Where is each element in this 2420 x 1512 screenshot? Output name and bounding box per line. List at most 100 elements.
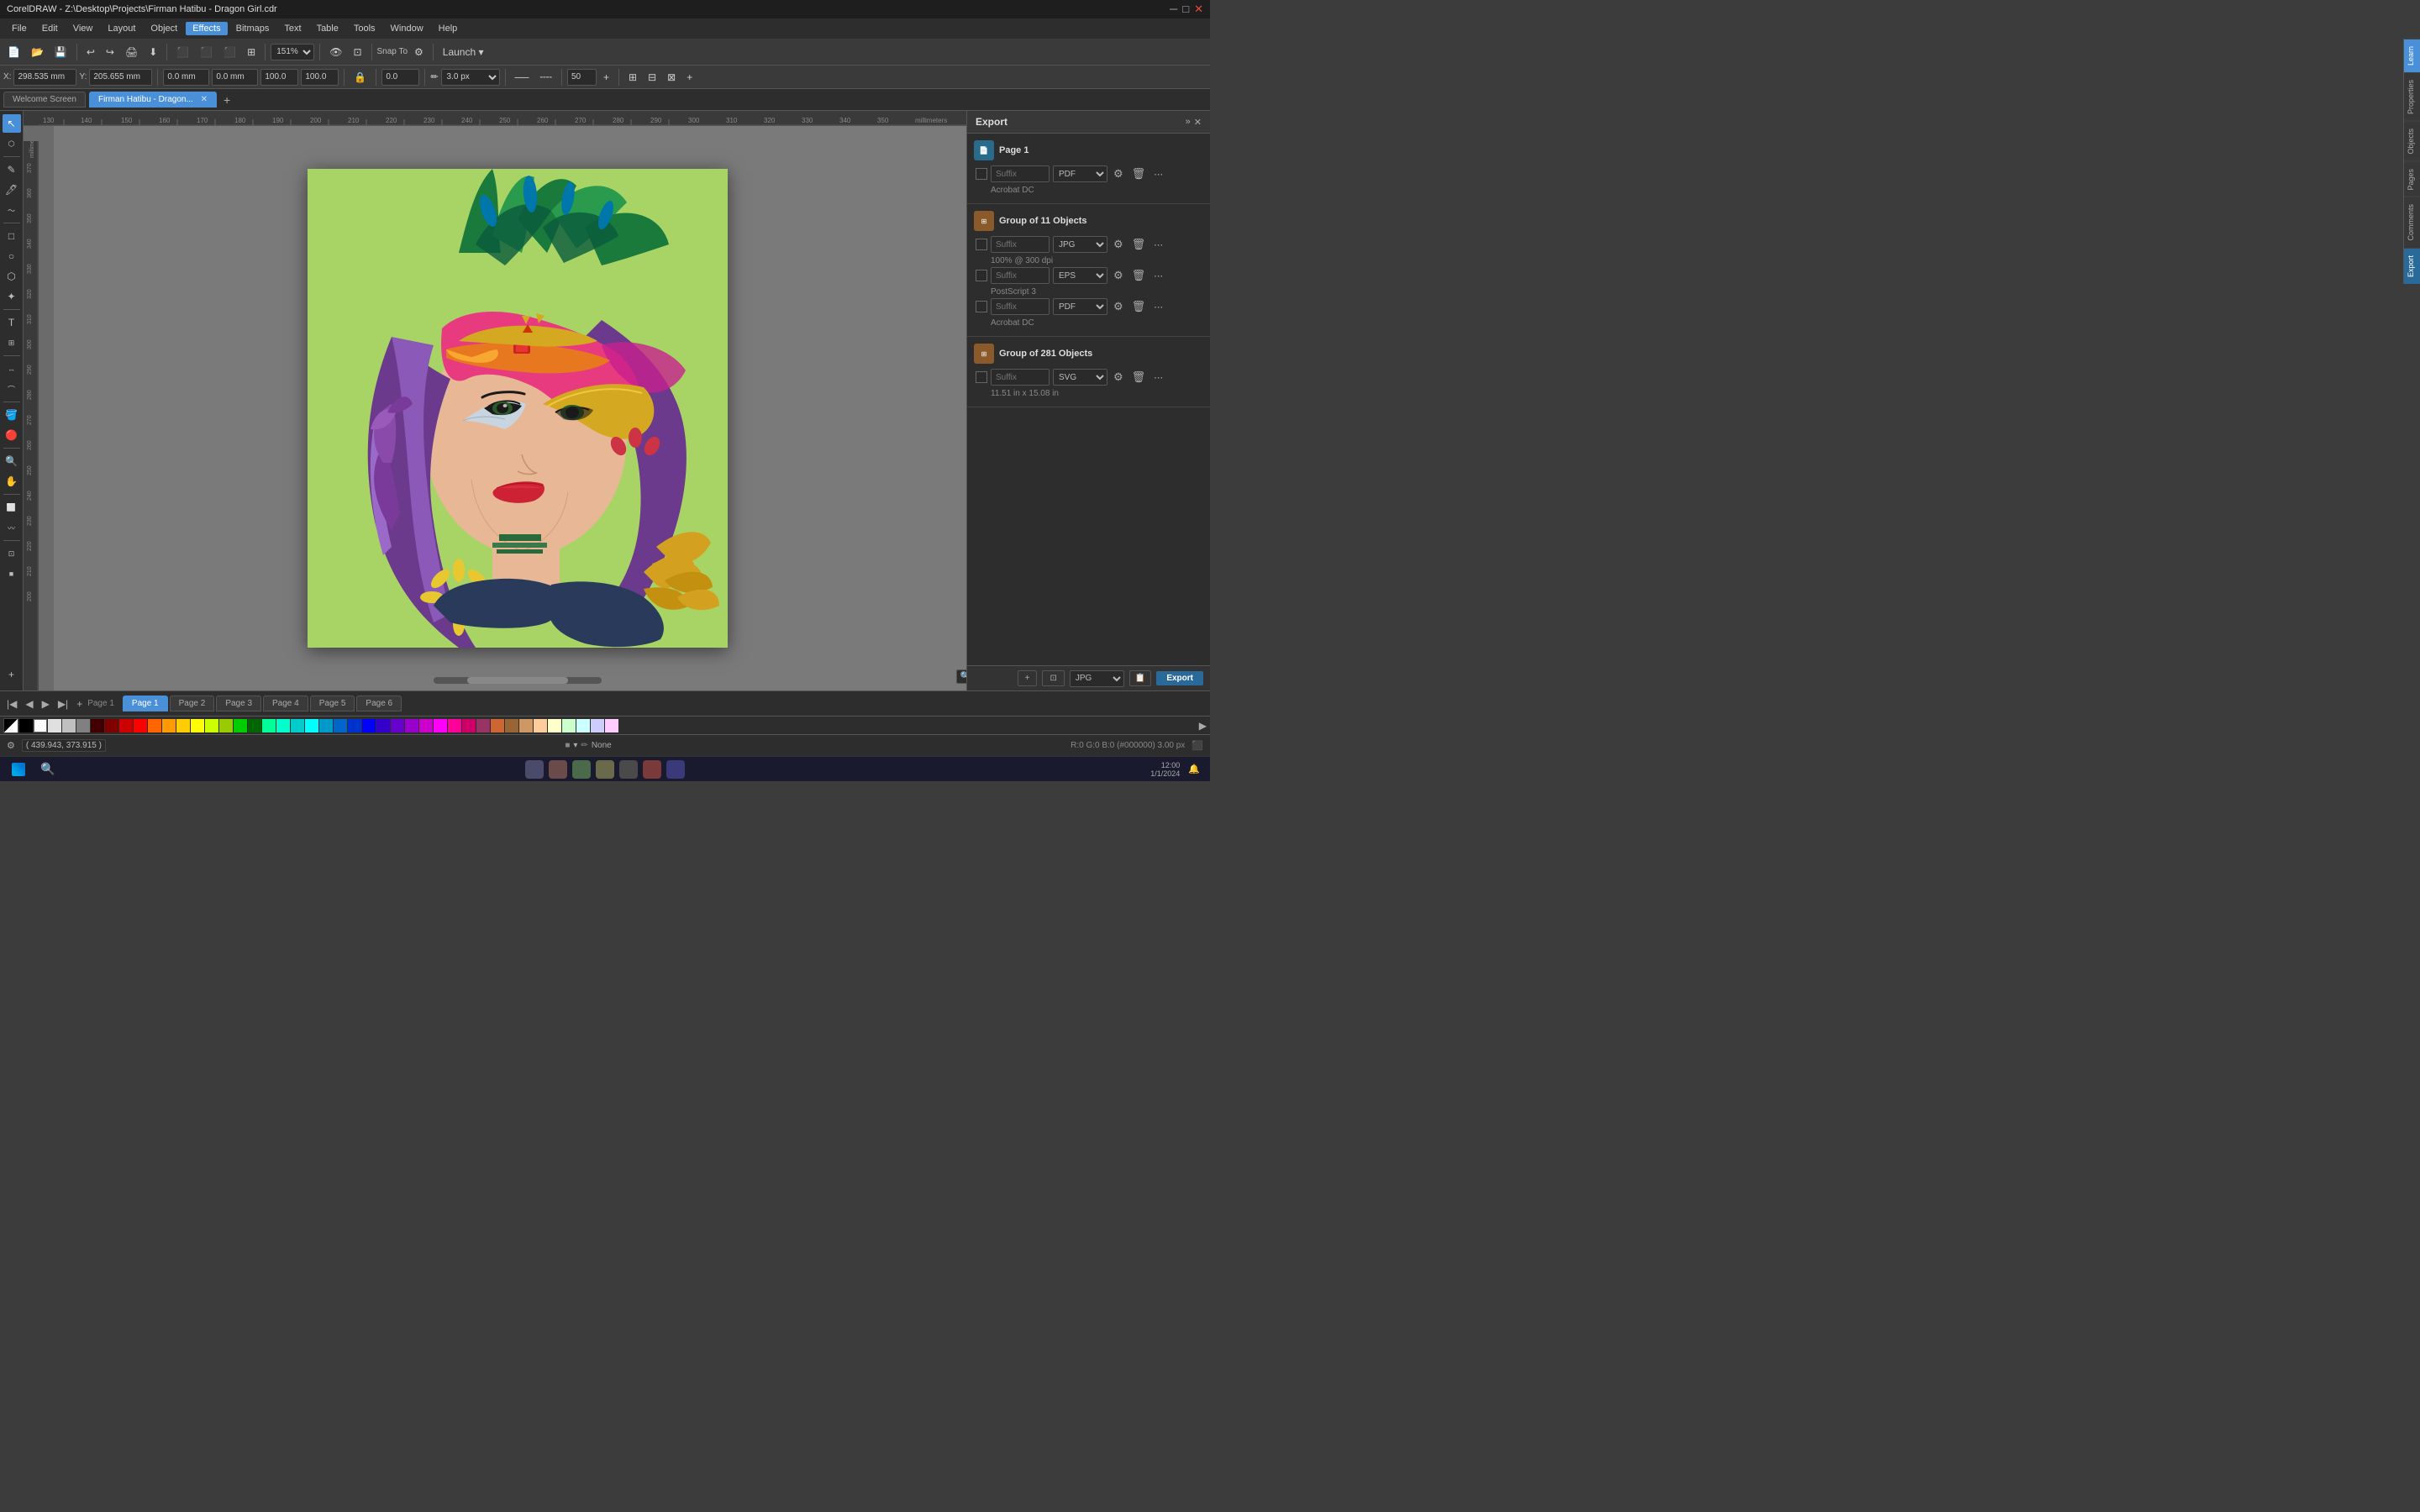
taskbar-app-7[interactable] (666, 760, 685, 779)
color-swatch-peach[interactable] (534, 719, 547, 732)
rectangle-tool[interactable]: □ (3, 227, 21, 245)
dimension-tool[interactable]: ↔ (3, 360, 21, 378)
new-tab-button[interactable]: + (220, 93, 234, 107)
menu-window[interactable]: Window (384, 22, 430, 35)
color-swatch-brown[interactable] (505, 719, 518, 732)
side-tab-export[interactable]: Export (2404, 248, 2420, 284)
side-tab-properties[interactable]: Properties (2404, 72, 2420, 121)
align-left-button[interactable]: ⬛ (172, 45, 193, 60)
menu-bitmaps[interactable]: Bitmaps (229, 22, 276, 35)
bezier-tool[interactable]: 〜 (3, 201, 21, 219)
menu-text[interactable]: Text (277, 22, 308, 35)
redo-button[interactable]: ↪ (102, 45, 118, 60)
taskbar-app-2[interactable] (549, 760, 567, 779)
scroll-indicator-h[interactable] (434, 677, 602, 684)
scale-stroke-button[interactable]: + (682, 70, 697, 85)
maximize-button[interactable]: □ (1182, 3, 1189, 16)
roughen-tool[interactable]: 〰 (3, 518, 21, 537)
menu-object[interactable]: Object (144, 22, 184, 35)
color-swatch-teal[interactable] (276, 719, 290, 732)
transform-tool[interactable]: ⊡ (3, 544, 21, 563)
text-tool[interactable]: T (3, 313, 21, 332)
color-swatch-gold[interactable] (176, 719, 190, 732)
side-tab-learn[interactable]: Learn (2404, 39, 2420, 72)
color-swatch-lavender[interactable] (591, 719, 604, 732)
no-fill-swatch[interactable] (3, 718, 18, 733)
page-first-button[interactable]: |◀ (3, 696, 20, 711)
ellipse-tool[interactable]: ○ (3, 247, 21, 265)
color-swatch-lightcyan[interactable] (576, 719, 590, 732)
color-swatch-magenta2[interactable] (419, 719, 433, 732)
search-taskbar-button[interactable]: 🔍 (35, 760, 60, 778)
cap-type-button[interactable]: ⊟ (644, 70, 660, 85)
corner-type-button[interactable]: ⊞ (624, 70, 641, 85)
color-swatch-violet[interactable] (391, 719, 404, 732)
miter-increase-button[interactable]: + (599, 70, 613, 85)
color-swatch-blue[interactable] (362, 719, 376, 732)
page1-suffix-input-1[interactable] (991, 165, 1050, 182)
palette-scroll-right[interactable]: ▶ (1199, 720, 1207, 732)
menu-layout[interactable]: Layout (101, 22, 142, 35)
close-button[interactable]: ✕ (1194, 3, 1203, 16)
freehand-tool[interactable]: ✎ (3, 160, 21, 179)
import-button[interactable]: ⬇ (145, 45, 161, 60)
menu-tools[interactable]: Tools (347, 22, 382, 35)
group11-suffix-input-2[interactable] (991, 267, 1050, 284)
group281-settings-btn-1[interactable]: ⚙ (1111, 370, 1126, 385)
launch-button[interactable]: Launch ▾ (439, 45, 488, 60)
page-prev-button[interactable]: ◀ (22, 696, 36, 711)
group11-more-btn-1[interactable]: ⋯ (1151, 239, 1165, 251)
page-next-button[interactable]: ▶ (39, 696, 53, 711)
color-swatch-hotpink[interactable] (448, 719, 461, 732)
tab-document[interactable]: Firman Hatibu - Dragon... ✕ (89, 92, 217, 108)
group281-more-btn-1[interactable]: ⋯ (1151, 371, 1165, 384)
color-swatch-maroon[interactable] (105, 719, 118, 732)
group11-suffix-input-1[interactable] (991, 236, 1050, 253)
eraser-tool[interactable]: ⬜ (3, 498, 21, 517)
x-input[interactable] (13, 69, 76, 86)
stroke-size-select[interactable]: 3.0 px 1.0 px 2.0 px (441, 69, 500, 86)
color-swatch-blue2[interactable] (334, 719, 347, 732)
dash2-button[interactable]: ╌╌ (536, 70, 556, 85)
color-swatch-silver[interactable] (62, 719, 76, 732)
color-swatch-sienna[interactable] (491, 719, 504, 732)
menu-view[interactable]: View (66, 22, 100, 35)
group281-checkbox-1[interactable] (976, 371, 987, 383)
color-swatch-purple[interactable] (405, 719, 418, 732)
export-options-button[interactable]: ⊡ (1042, 670, 1064, 686)
taskbar-app-4[interactable] (596, 760, 614, 779)
group11-settings-btn-1[interactable]: ⚙ (1111, 237, 1126, 252)
page-tab-6[interactable]: Page 6 (356, 696, 402, 711)
connector-tool[interactable]: ⌒ (3, 380, 21, 398)
taskbar-app-3[interactable] (572, 760, 591, 779)
angle-input[interactable] (381, 69, 419, 86)
add-export-button[interactable]: + (1018, 670, 1038, 686)
color-swatch-white[interactable] (34, 719, 47, 732)
page1-format-select-1[interactable]: PDF JPG PNG SVG EPS (1053, 165, 1107, 182)
height-pct-input[interactable] (301, 69, 339, 86)
group11-format-select-1[interactable]: JPG PDF PNG SVG (1053, 236, 1107, 253)
group11-delete-btn-3[interactable]: 🗑 (1129, 299, 1149, 314)
align-grid-button[interactable]: ⊞ (243, 45, 260, 60)
align-right-button[interactable]: ⬛ (219, 45, 240, 60)
dash-button[interactable]: ── (511, 70, 534, 85)
save-button[interactable]: 💾 (50, 45, 71, 60)
group11-delete-btn-1[interactable]: 🗑 (1129, 237, 1149, 252)
group281-format-select-1[interactable]: SVG PDF JPG EPS (1053, 369, 1107, 386)
height-input[interactable] (212, 69, 258, 86)
expand-arrow-button[interactable]: » (1186, 117, 1191, 128)
pan-tool[interactable]: ✋ (3, 472, 21, 491)
group281-suffix-input-1[interactable] (991, 369, 1050, 386)
open-button[interactable]: 📂 (27, 45, 48, 60)
start-button[interactable] (7, 761, 30, 778)
group11-checkbox-3[interactable] (976, 301, 987, 312)
color-swatch-yellow[interactable] (191, 719, 204, 732)
node-tool[interactable]: ⬡ (3, 134, 21, 153)
group11-delete-btn-2[interactable]: 🗑 (1129, 268, 1149, 283)
page1-more-btn-1[interactable]: ⋯ (1151, 168, 1165, 181)
side-tab-pages[interactable]: Pages (2404, 161, 2420, 197)
miter-input[interactable] (567, 69, 597, 86)
tab-welcome[interactable]: Welcome Screen (3, 92, 86, 108)
view-mode-button[interactable]: 👁 (325, 45, 346, 60)
menu-table[interactable]: Table (310, 22, 345, 35)
